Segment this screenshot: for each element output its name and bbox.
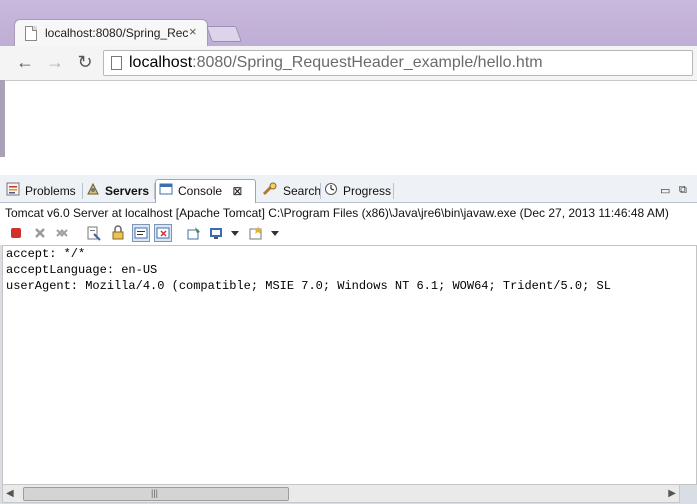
tab-label: Problems [25,184,76,198]
console-close-icon[interactable]: ⊠ [232,184,242,198]
eclipse-panel: Problems Servers Console ⊠ Search Progre… [0,175,697,504]
clear-console-icon[interactable] [86,225,102,241]
tab-label: Search [283,184,322,198]
minimize-icon[interactable]: ▭ [660,184,670,197]
progress-icon [324,181,338,203]
tab-divider [82,183,83,199]
tab-progress[interactable]: Progress [324,180,391,202]
url-path: :8080/Spring_RequestHeader_example/hello… [192,54,543,71]
browser-toolbar: ← → ↻ localhost:8080/Spring_RequestHeade… [0,46,697,81]
console-line: acceptLanguage: en-US [6,263,158,277]
tab-close-icon[interactable]: × [189,24,197,39]
search-icon [262,181,278,203]
console-toolbar [0,223,697,245]
tab-divider [320,183,321,199]
tab-title: localhost:8080/Spring_Rec [45,26,189,40]
console-line: userAgent: Mozilla/4.0 (compatible; MSIE… [6,279,611,293]
servers-icon [86,181,100,203]
chevron-down-icon[interactable] [270,225,280,241]
chevron-down-icon[interactable] [230,225,240,241]
page-icon [25,26,37,41]
new-tab-button[interactable] [206,26,242,42]
tab-label: Servers [105,184,150,198]
url-host: localhost [129,54,193,71]
tab-divider [393,183,394,199]
reload-button[interactable]: ↻ [74,52,96,72]
page-info-icon[interactable] [111,56,122,70]
display-console-icon[interactable] [208,225,224,241]
open-console-icon[interactable] [248,225,264,241]
console-output[interactable]: accept: */* acceptLanguage: en-US userAg… [2,245,697,485]
scroll-left-icon[interactable]: ◀ [6,488,14,499]
scroll-right-icon[interactable]: ▶ [668,488,676,499]
horizontal-scrollbar[interactable]: ◀ ||| ▶ [2,484,680,503]
pin-console-icon[interactable] [186,225,202,241]
tab-label: Progress [343,184,392,198]
remove-all-terminated-icon[interactable] [54,225,70,241]
tab-problems[interactable]: Problems [6,180,76,202]
problems-icon [6,181,20,203]
forward-button[interactable]: → [44,52,66,72]
scrollbar-grip: ||| [151,488,159,498]
process-info: Tomcat v6.0 Server at localhost [Apache … [0,203,697,224]
address-bar[interactable]: localhost:8080/Spring_RequestHeader_exam… [103,50,693,76]
terminate-icon[interactable] [8,225,24,241]
scroll-lock-icon[interactable] [110,225,126,241]
maximize-icon[interactable]: ⧉ [679,184,687,197]
tab-label: Console [178,184,223,198]
tab-servers[interactable]: Servers [86,180,149,202]
show-console-stderr-icon[interactable] [154,224,172,242]
browser-tab[interactable]: localhost:8080/Spring_Rec × [14,19,208,47]
console-line: accept: */* [6,247,86,261]
page-content-edge [0,80,5,157]
scrollbar-thumb[interactable]: ||| [23,487,289,501]
remove-launch-icon[interactable] [32,225,48,241]
tab-console[interactable]: Console ⊠ [155,179,256,204]
console-icon [159,181,173,203]
process-info-text: Tomcat v6.0 Server at localhost [Apache … [5,206,669,220]
address-url[interactable]: localhost:8080/Spring_RequestHeader_exam… [129,54,543,72]
back-button[interactable]: ← [14,52,36,72]
show-console-stdout-icon[interactable] [132,224,150,242]
tab-search[interactable]: Search [262,180,321,202]
browser-window: localhost:8080/Spring_Rec × ← → ↻ localh… [0,0,697,157]
view-tab-bar: Problems Servers Console ⊠ Search Progre… [0,175,697,204]
